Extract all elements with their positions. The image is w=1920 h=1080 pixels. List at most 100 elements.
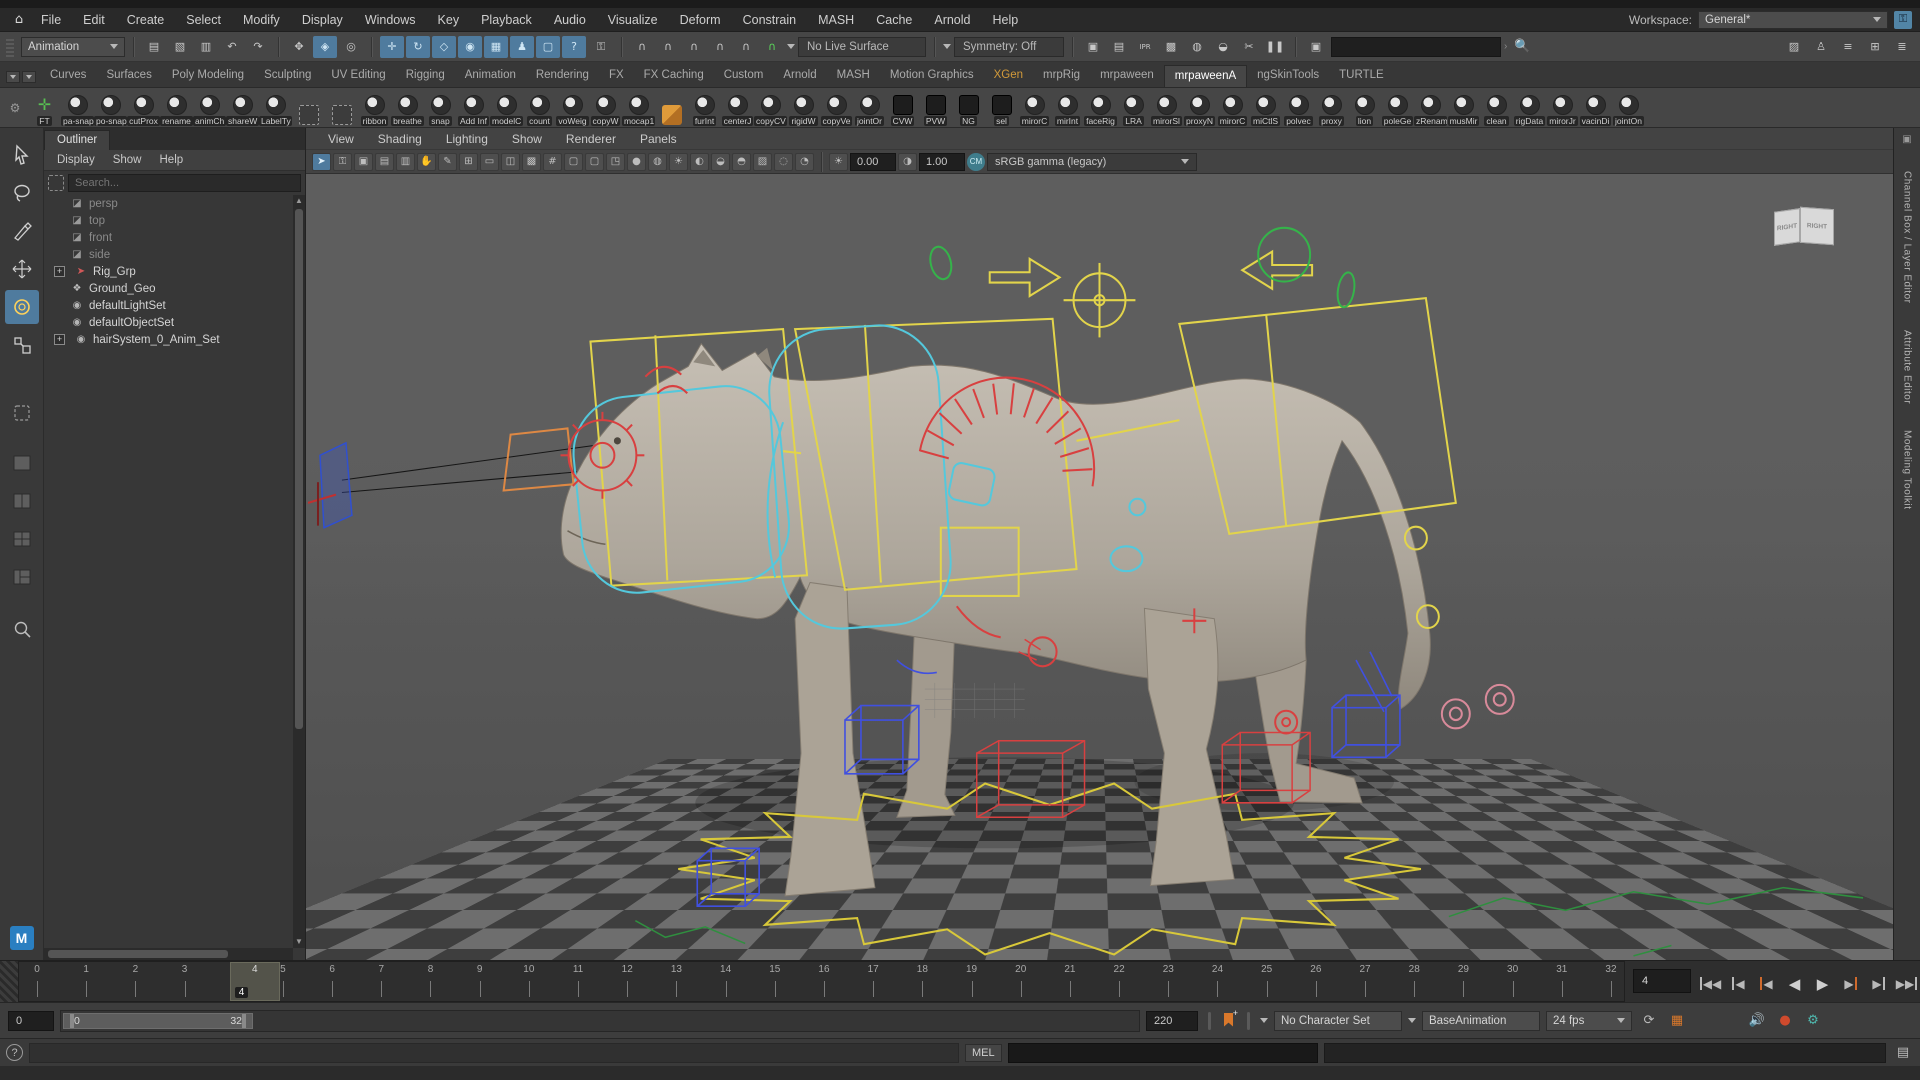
- shelf-button-LRA[interactable]: LRA: [1117, 90, 1150, 126]
- character-set-select[interactable]: No Character Set: [1274, 1011, 1402, 1031]
- shelf-tab-uv-editing[interactable]: UV Editing: [321, 65, 395, 87]
- outliner-item-front[interactable]: ◪front: [44, 229, 293, 246]
- motion-blur-icon[interactable]: ◓: [732, 153, 751, 171]
- menu-select[interactable]: Select: [175, 8, 232, 32]
- menu-edit[interactable]: Edit: [72, 8, 116, 32]
- menu-deform[interactable]: Deform: [669, 8, 732, 32]
- zoom-tool-icon[interactable]: [5, 612, 39, 646]
- fps-select[interactable]: 24 fps: [1546, 1011, 1632, 1031]
- grid-toggle-icon[interactable]: ⊞: [459, 153, 478, 171]
- outliner-item-defaultlightset[interactable]: ◉defaultLightSet: [44, 297, 293, 314]
- workspace-select[interactable]: General*: [1698, 11, 1888, 29]
- outliner-vertical-scrollbar[interactable]: ▲ ▼: [293, 195, 305, 948]
- gate-mask-icon[interactable]: ▩: [522, 153, 541, 171]
- shelf-button-shareW[interactable]: shareW: [226, 90, 259, 126]
- shelf-button-mirorSl[interactable]: mirorSl: [1150, 90, 1183, 126]
- rig-control-plane[interactable]: [308, 443, 352, 528]
- last-tool-icon[interactable]: [5, 396, 39, 430]
- menu-constrain[interactable]: Constrain: [732, 8, 808, 32]
- anim-layer-select[interactable]: BaseAnimation: [1422, 1011, 1540, 1031]
- menu-create[interactable]: Create: [116, 8, 176, 32]
- isolate-select-icon[interactable]: ◌: [774, 153, 793, 171]
- shelf-tab-surfaces[interactable]: Surfaces: [96, 65, 161, 87]
- expand-icon[interactable]: +: [54, 334, 65, 345]
- shelf-gear-icon[interactable]: ⚙: [2, 90, 28, 126]
- quick-selection-input[interactable]: [1331, 37, 1501, 57]
- animation-start-field[interactable]: [8, 1011, 54, 1031]
- shelf-button-breathe[interactable]: breathe: [391, 90, 424, 126]
- shelf-button-cutProx[interactable]: cutProx: [127, 90, 160, 126]
- chevron-down-icon[interactable]: [1260, 1018, 1268, 1023]
- shelf-button-mirorJr[interactable]: mirorJr: [1546, 90, 1579, 126]
- shelf-tab-custom[interactable]: Custom: [714, 65, 774, 87]
- exposure-icon[interactable]: ☀: [829, 153, 848, 171]
- film-gate-icon[interactable]: ▭: [480, 153, 499, 171]
- shelf-button-proxyN[interactable]: proxyN: [1183, 90, 1216, 126]
- shelf-button-poleGe[interactable]: poleGe: [1381, 90, 1414, 126]
- outliner-item-defaultobjectset[interactable]: ◉defaultObjectSet: [44, 314, 293, 331]
- view-cube-left-face[interactable]: RIGHT: [1774, 208, 1800, 246]
- shelf-button-CVW[interactable]: CVW: [886, 90, 919, 126]
- shelf-button-ribbon[interactable]: ribbon: [358, 90, 391, 126]
- play-backwards-button[interactable]: ◀: [1781, 971, 1808, 997]
- shelf-button-clean[interactable]: clean: [1480, 90, 1513, 126]
- menu-key[interactable]: Key: [427, 8, 471, 32]
- shelf-button-NG[interactable]: NG: [952, 90, 985, 126]
- step-back-key-button[interactable]: ◀: [1753, 971, 1780, 997]
- outliner-menu-show[interactable]: Show: [104, 154, 151, 166]
- time-slider[interactable]: 0123456789101112131415161718192021222324…: [18, 961, 1625, 1002]
- snap-rotate-icon[interactable]: ↻: [406, 36, 430, 58]
- undo-icon[interactable]: ↶: [220, 36, 244, 58]
- shelf-button-po-snap[interactable]: po-snap: [94, 90, 127, 126]
- four-pane-layout-button[interactable]: [5, 522, 39, 556]
- range-slider[interactable]: 0 32: [60, 1010, 1140, 1032]
- snap-move-icon[interactable]: ✛: [380, 36, 404, 58]
- snap-scale-icon[interactable]: ◇: [432, 36, 456, 58]
- soft-select-icon[interactable]: ◉: [458, 36, 482, 58]
- two-d-pan-zoom-icon[interactable]: ✋: [417, 153, 436, 171]
- bookmarks-icon[interactable]: ▤: [375, 153, 394, 171]
- shelf-tab-animation[interactable]: Animation: [455, 65, 526, 87]
- show-modeling-toolkit-icon[interactable]: ▨: [1782, 36, 1806, 58]
- shaded-mode-icon[interactable]: ●: [627, 153, 646, 171]
- move-tool[interactable]: [5, 252, 39, 286]
- shelf-tab-curves[interactable]: Curves: [40, 65, 96, 87]
- gamma-icon[interactable]: ◑: [898, 153, 917, 171]
- playblast-icon[interactable]: ▦: [1666, 1011, 1688, 1031]
- right-tab-modeling-toolkit[interactable]: Modeling Toolkit: [1902, 430, 1913, 510]
- select-by-component-type-icon[interactable]: ◎: [339, 36, 363, 58]
- shelf-button-faceRig[interactable]: faceRig: [1084, 90, 1117, 126]
- shelf-tab-mrpaweena[interactable]: mrpaweenA: [1164, 65, 1247, 87]
- chevron-down-icon[interactable]: [787, 44, 795, 49]
- rig-green-controls[interactable]: [927, 228, 1357, 309]
- right-tab-channel-box-layer-editor[interactable]: Channel Box / Layer Editor: [1902, 171, 1913, 304]
- viewport-panel[interactable]: ViewShadingLightingShowRendererPanels ➤⚿…: [306, 128, 1894, 960]
- wireframe-mode-icon[interactable]: ◳: [606, 153, 625, 171]
- viewport-menu-renderer[interactable]: Renderer: [554, 132, 628, 146]
- current-frame-indicator[interactable]: 4 4: [230, 962, 280, 1001]
- shelf-button-FT[interactable]: FT: [28, 90, 61, 126]
- open-render-view-icon[interactable]: ▣: [1081, 36, 1105, 58]
- outliner-item-hairsystem_0_anim_set[interactable]: +◉hairSystem_0_Anim_Set: [44, 331, 293, 348]
- shelf-button-copyW[interactable]: copyW: [589, 90, 622, 126]
- textured-mode-icon[interactable]: ◍: [648, 153, 667, 171]
- menu-windows[interactable]: Windows: [354, 8, 427, 32]
- help-icon[interactable]: ?: [6, 1044, 23, 1061]
- playblast-toggle-icon[interactable]: ▢: [536, 36, 560, 58]
- reflection-icon[interactable]: ▦: [484, 36, 508, 58]
- outliner-menu-display[interactable]: Display: [48, 154, 104, 166]
- outliner-item-side[interactable]: ◪side: [44, 246, 293, 263]
- playback-loop-icon[interactable]: ⟳: [1638, 1011, 1660, 1031]
- go-to-start-button[interactable]: ◀◀: [1697, 971, 1724, 997]
- snap-to-point-icon[interactable]: ∩: [682, 36, 706, 58]
- script-editor-icon[interactable]: ▤: [1892, 1043, 1914, 1063]
- grip-handle[interactable]: [6, 37, 14, 57]
- outliner-item-rig_grp[interactable]: +➤Rig_Grp: [44, 263, 293, 280]
- shelf-button-rename[interactable]: rename: [160, 90, 193, 126]
- shelf-button-polvec[interactable]: polvec: [1282, 90, 1315, 126]
- current-frame-field[interactable]: [1633, 969, 1691, 993]
- shelf-button-musMir[interactable]: musMir: [1447, 90, 1480, 126]
- shelf-tab-fx-caching[interactable]: FX Caching: [634, 65, 714, 87]
- rig-jaw-control[interactable]: [504, 428, 574, 490]
- render-settings-icon[interactable]: ▩: [1159, 36, 1183, 58]
